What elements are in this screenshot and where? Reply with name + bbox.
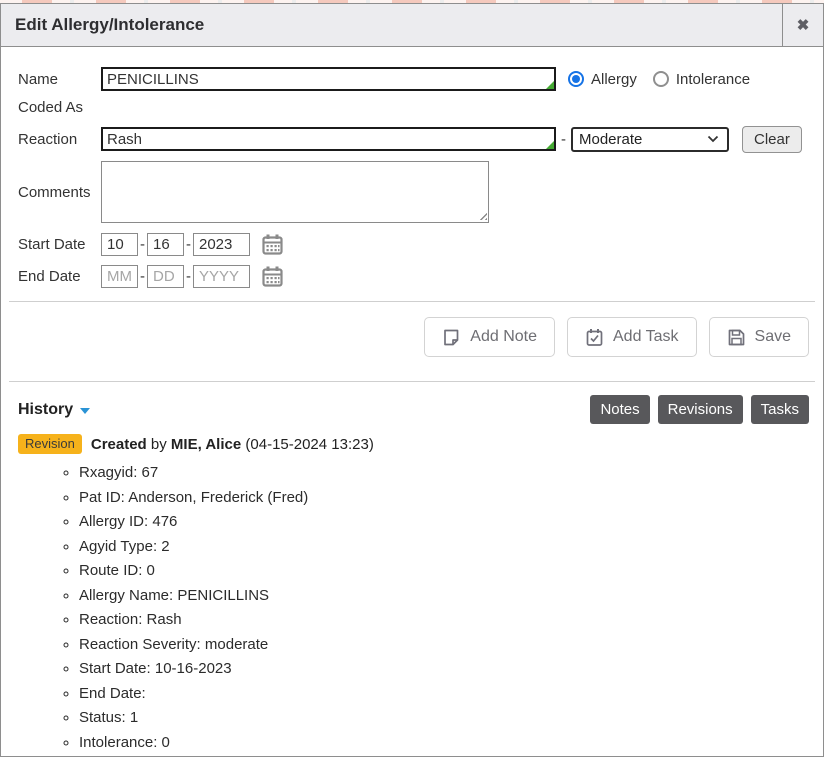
note-icon (442, 328, 461, 347)
start-date-calendar-icon[interactable] (261, 233, 284, 256)
allergy-radio-label: Allergy (591, 71, 637, 88)
detail-item: Agyid Type: 2 (79, 535, 809, 560)
revision-timestamp: (04-15-2024 13:23) (245, 436, 373, 453)
dialog-title: Edit Allergy/Intolerance (1, 4, 782, 46)
task-calendar-icon (585, 328, 604, 347)
autocomplete-corner-icon (546, 141, 554, 149)
name-row: Name Allergy Intolerance (18, 65, 809, 93)
separator-dash: - (140, 268, 145, 285)
allergy-radio[interactable] (568, 71, 584, 87)
reaction-input[interactable] (101, 127, 556, 151)
save-label: Save (755, 328, 791, 346)
save-button[interactable]: Save (709, 317, 809, 357)
name-label: Name (18, 71, 101, 88)
history-toggle[interactable]: History (18, 401, 90, 419)
dialog-titlebar: Edit Allergy/Intolerance ✖ (1, 4, 823, 47)
name-input[interactable] (101, 67, 556, 91)
name-input-wrap (101, 67, 556, 91)
severity-selected-value: Moderate (579, 131, 642, 148)
chevron-down-icon (707, 135, 719, 143)
add-task-label: Add Task (613, 328, 679, 346)
comments-label: Comments (18, 184, 101, 201)
action-buttons: Add Note Add Task Save (18, 302, 809, 357)
reaction-input-wrap (101, 127, 556, 151)
comments-row: Comments (18, 161, 809, 223)
start-day-input[interactable] (147, 233, 184, 256)
end-date-row: End Date - - (18, 264, 809, 288)
comments-wrap (101, 161, 489, 223)
detail-item: Reaction Severity: moderate (79, 633, 809, 658)
start-month-input[interactable] (101, 233, 138, 256)
revision-by: by (151, 436, 167, 453)
detail-item: Status: 1 (79, 706, 809, 731)
reaction-label: Reaction (18, 131, 101, 148)
detail-item: Pat ID: Anderson, Frederick (Fred) (79, 486, 809, 511)
notes-button[interactable]: Notes (590, 395, 649, 424)
history-filter-buttons: Notes Revisions Tasks (590, 395, 809, 424)
detail-item: End Date: (79, 682, 809, 707)
intolerance-radio-label: Intolerance (676, 71, 750, 88)
end-month-input[interactable] (101, 265, 138, 288)
severity-select[interactable]: Moderate (571, 127, 729, 152)
history-header: History Notes Revisions Tasks (18, 382, 809, 424)
detail-item: Allergy ID: 476 (79, 510, 809, 535)
add-task-button[interactable]: Add Task (567, 317, 697, 357)
detail-item: Route ID: 0 (79, 559, 809, 584)
end-date-calendar-icon[interactable] (261, 265, 284, 288)
coded-as-row: Coded As (18, 97, 809, 117)
detail-item: Allergy Name: PENICILLINS (79, 584, 809, 609)
separator-dash: - (140, 236, 145, 253)
dialog-content: Name Allergy Intolerance Coded As Reacti… (1, 47, 823, 755)
revision-action: Created (91, 436, 147, 453)
revision-details-list: Rxagyid: 67 Pat ID: Anderson, Frederick … (18, 461, 809, 755)
detail-item: Start Date: 10-16-2023 (79, 657, 809, 682)
history-title-label: History (18, 401, 73, 419)
separator-dash: - (186, 236, 191, 253)
edit-allergy-dialog: Edit Allergy/Intolerance ✖ Name Allergy … (0, 3, 824, 757)
start-date-row: Start Date - - (18, 232, 809, 256)
add-note-button[interactable]: Add Note (424, 317, 555, 357)
close-icon: ✖ (797, 16, 810, 34)
reaction-row: Reaction - Moderate Clear (18, 125, 809, 153)
end-year-input[interactable] (193, 265, 250, 288)
history-dropdown-icon (80, 408, 90, 414)
tasks-button[interactable]: Tasks (751, 395, 809, 424)
start-date-label: Start Date (18, 236, 101, 253)
intolerance-radio[interactable] (653, 71, 669, 87)
revision-badge: Revision (18, 434, 82, 454)
type-radio-group: Allergy Intolerance (568, 71, 766, 88)
detail-item: Reaction: Rash (79, 608, 809, 633)
detail-item: Intolerance: 0 (79, 731, 809, 756)
end-day-input[interactable] (147, 265, 184, 288)
revision-user: MIE, Alice (171, 436, 241, 453)
detail-item: Rxagyid: 67 (79, 461, 809, 486)
start-year-input[interactable] (193, 233, 250, 256)
clear-button[interactable]: Clear (742, 126, 802, 153)
revisions-button[interactable]: Revisions (658, 395, 743, 424)
save-floppy-icon (727, 328, 746, 347)
comments-textarea[interactable] (101, 161, 489, 223)
separator-dash: - (186, 268, 191, 285)
autocomplete-corner-icon (546, 81, 554, 89)
coded-as-label: Coded As (18, 99, 83, 116)
separator-dash: - (561, 131, 566, 148)
revision-entry-header: Revision Created by MIE, Alice (04-15-20… (18, 434, 809, 454)
end-date-label: End Date (18, 268, 101, 285)
revision-summary: Created by MIE, Alice (04-15-2024 13:23) (91, 436, 374, 453)
add-note-label: Add Note (470, 328, 537, 346)
close-button[interactable]: ✖ (782, 4, 823, 46)
